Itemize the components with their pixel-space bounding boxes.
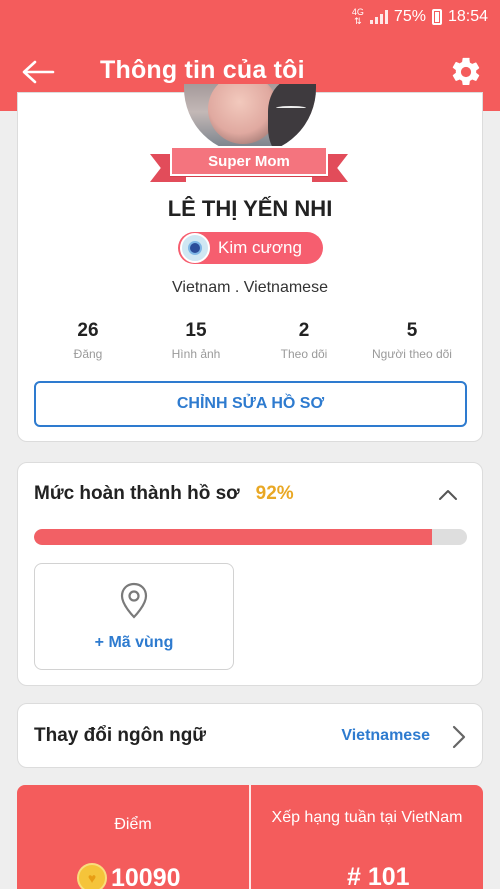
status-bar: 4G ⇅ 75% 18:54	[352, 6, 488, 28]
completion-percent: 92%	[255, 483, 294, 504]
signal-icon	[369, 10, 388, 24]
stat-photos[interactable]: 15 Hình ảnh	[142, 320, 250, 361]
clock: 18:54	[447, 8, 488, 25]
gear-icon	[452, 57, 480, 86]
add-region-code-label: + Mã vùng	[94, 634, 174, 651]
battery-icon	[431, 9, 442, 25]
profile-location: Vietnam . Vietnamese	[172, 279, 328, 296]
stat-label: Người theo dõi	[372, 347, 452, 361]
points-value: 10090	[111, 863, 181, 889]
stat-label: Theo dõi	[280, 347, 328, 361]
language-value: Vietnamese	[341, 727, 430, 744]
stat-value: 2	[298, 320, 310, 341]
profile-completion-card: Mức hoàn thành hồ sơ 92% + Mã vùng	[17, 462, 483, 686]
ribbon-label: Super Mom	[170, 146, 328, 176]
stat-value: 26	[77, 320, 99, 341]
weekly-rank-value: # 101	[347, 863, 410, 889]
back-button[interactable]	[16, 52, 60, 92]
completion-label: Mức hoàn thành hồ sơ	[34, 483, 240, 504]
profile-stats: 26 Đăng 15 Hình ảnh 2 Theo dõi 5 Người t…	[34, 320, 466, 361]
summary-panel: Điểm Xếp hạng tuần tại VietNam ♥ 10090 #…	[17, 785, 483, 889]
super-mom-ribbon: Super Mom	[150, 146, 348, 182]
battery-percent: 75%	[393, 8, 426, 25]
page-title: Thông tin của tôi	[100, 56, 305, 84]
data-arrows-icon: ⇅	[354, 16, 362, 26]
rank-badge[interactable]: Kim cương	[178, 232, 323, 264]
language-row[interactable]: Thay đổi ngôn ngữ Vietnamese	[17, 703, 483, 768]
stat-following[interactable]: 2 Theo dõi	[250, 320, 358, 361]
chevron-right-icon	[452, 725, 466, 749]
weekly-rank-section[interactable]: Xếp hạng tuần tại VietNam	[251, 785, 483, 829]
chevron-up-icon[interactable]	[436, 483, 460, 507]
completion-progress-fill	[34, 529, 433, 545]
rank-badge-label: Kim cương	[218, 238, 302, 257]
edit-profile-button[interactable]: CHỈNH SỬA HỒ SƠ	[34, 381, 467, 427]
weekly-rank-label: Xếp hạng tuần tại VietNam	[271, 809, 463, 826]
medal-icon	[180, 233, 210, 263]
stat-value: 15	[185, 320, 207, 341]
arrow-left-icon	[22, 60, 55, 84]
completion-progress-bar	[34, 529, 467, 545]
stat-label: Đăng	[73, 347, 103, 361]
stat-label: Hình ảnh	[171, 347, 221, 361]
location-pin-icon	[120, 582, 148, 619]
settings-button[interactable]	[444, 52, 488, 92]
language-label: Thay đổi ngôn ngữ	[34, 725, 207, 746]
coin-icon: ♥	[77, 863, 107, 889]
points-section[interactable]: Điểm	[17, 785, 249, 834]
stat-followers[interactable]: 5 Người theo dõi	[358, 320, 466, 361]
completion-header: Mức hoàn thành hồ sơ 92%	[34, 483, 294, 505]
stat-posts[interactable]: 26 Đăng	[34, 320, 142, 361]
points-label: Điểm	[114, 816, 152, 833]
points-value-row: ♥ 10090	[77, 863, 181, 889]
network-indicator: 4G ⇅	[352, 8, 364, 26]
stat-value: 5	[406, 320, 418, 341]
add-region-code-tile[interactable]: + Mã vùng	[34, 563, 234, 670]
profile-name: LÊ THỊ YẾN NHI	[167, 196, 333, 221]
